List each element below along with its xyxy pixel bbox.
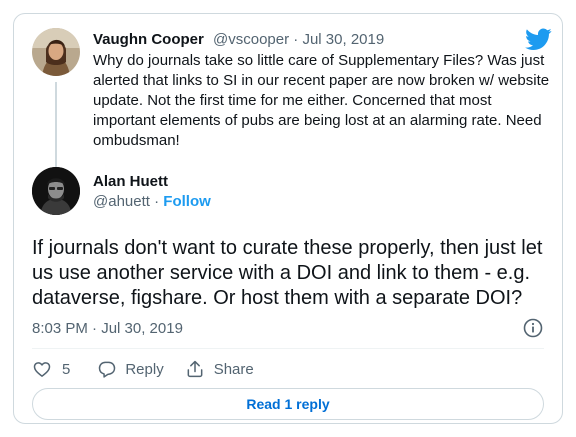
main-author-text: Alan Huett @ahuett · Follow	[93, 172, 211, 212]
share-arrow-icon	[187, 360, 203, 378]
tweet-actions: 5 Reply Share	[32, 357, 254, 381]
main-author-name[interactable]: Alan Huett	[93, 172, 211, 192]
tweet-timestamp[interactable]: 8:03 PM · Jul 30, 2019	[32, 319, 183, 339]
info-icon[interactable]	[522, 317, 544, 339]
twitter-bird-icon[interactable]	[525, 28, 552, 52]
parent-author-name[interactable]: Vaughn Cooper	[93, 31, 204, 48]
main-avatar[interactable]	[32, 167, 80, 215]
like-button[interactable]: 5	[32, 359, 70, 379]
parent-body: Vaughn Cooper @vscooper · Jul 30, 2019 W…	[93, 30, 551, 151]
parent-tweet-text: Why do journals take so little care of S…	[93, 52, 550, 149]
read-replies-button[interactable]: Read 1 reply	[32, 388, 544, 420]
parent-separator: ·	[289, 31, 303, 48]
embedded-tweet-card: Vaughn Cooper @vscooper · Jul 30, 2019 W…	[13, 13, 563, 424]
reply-label: Reply	[125, 360, 164, 378]
parent-author-handle[interactable]: @vscooper	[213, 31, 289, 48]
main-separator: ·	[149, 193, 164, 210]
main-author-handle[interactable]: @ahuett	[93, 193, 150, 210]
follow-button[interactable]: Follow	[163, 193, 211, 210]
parent-avatar[interactable]	[32, 28, 80, 76]
share-label: Share	[213, 360, 254, 378]
divider	[32, 348, 544, 349]
parent-header: Vaughn Cooper @vscooper · Jul 30, 2019	[93, 30, 551, 50]
reply-button[interactable]: Reply	[97, 359, 164, 379]
main-tweet-text: If journals don't want to curate these p…	[32, 237, 543, 309]
share-button[interactable]: Share	[185, 359, 254, 379]
thread-line	[55, 82, 57, 172]
like-count: 5	[62, 360, 71, 378]
main-author-line2: @ahuett · Follow	[93, 192, 211, 212]
speech-bubble-icon	[99, 361, 116, 378]
parent-date[interactable]: Jul 30, 2019	[302, 31, 384, 48]
heart-icon	[33, 362, 51, 377]
